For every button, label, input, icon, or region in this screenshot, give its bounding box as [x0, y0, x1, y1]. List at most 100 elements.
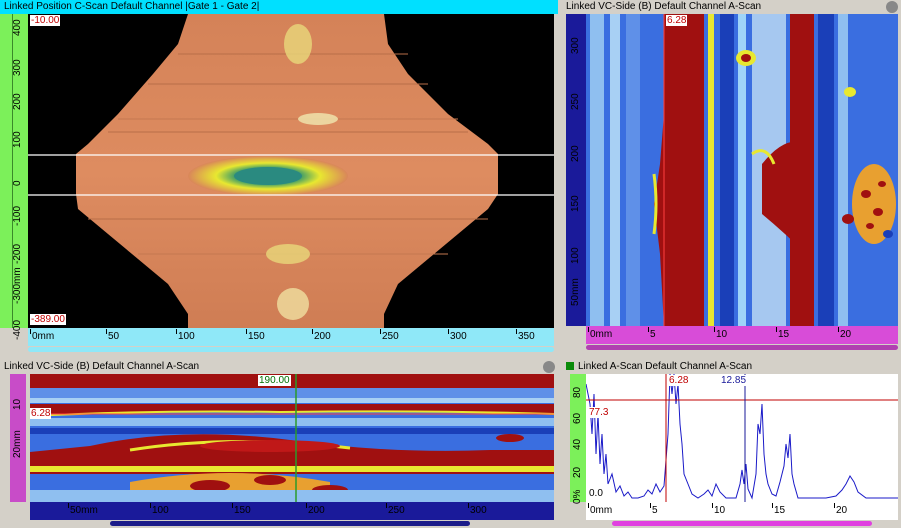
- cscan-bottom-value: -389.00: [30, 314, 66, 325]
- tick-label: 10: [716, 329, 728, 340]
- tick-label: 400: [12, 19, 23, 36]
- tick-label: 20: [840, 329, 852, 340]
- vc-side-bottom-image: [30, 374, 554, 502]
- ascan-gate2-value: 12.85: [720, 375, 748, 386]
- tick-label: 0: [12, 180, 23, 186]
- vc-side-right-cursor-value: 6.28: [666, 15, 688, 26]
- tick-mark: [838, 327, 839, 332]
- vc-side-bottom-plot[interactable]: 190.00 6.28: [30, 374, 554, 502]
- tick-mark: [834, 503, 835, 508]
- tick-label: 200: [570, 145, 581, 162]
- tick-label: 150: [248, 331, 265, 342]
- tick-mark: [246, 329, 247, 334]
- vc-side-right-panel[interactable]: Linked VC-Side (B) Default Channel A-Sca…: [562, 0, 901, 356]
- cscan-image: [28, 14, 554, 328]
- tick-label: 80: [572, 386, 583, 398]
- ascan-plot[interactable]: 6.28 12.85 77.3 0.0: [586, 374, 898, 502]
- cscan-scrollbar[interactable]: [28, 347, 554, 352]
- tick-label: 300: [470, 505, 487, 516]
- tick-label: 100: [12, 131, 23, 148]
- tick-label: 5: [650, 329, 656, 340]
- tick-mark: [648, 327, 649, 332]
- vc-side-right-plot[interactable]: 6.28: [586, 14, 898, 326]
- tick-mark: [176, 329, 177, 334]
- tick-mark: [772, 503, 773, 508]
- vc-side-bottom-gate-value: 6.28: [30, 408, 52, 419]
- tick-label: 150: [234, 505, 251, 516]
- ascan-gate1-value: 6.28: [668, 375, 690, 386]
- vc-side-right-image: [586, 14, 898, 326]
- tick-mark: [312, 329, 313, 334]
- ascan-zero-value: 0.0: [588, 488, 604, 499]
- cscan-plot[interactable]: -10.00 -389.00: [28, 14, 554, 328]
- tick-label: 150: [570, 195, 581, 212]
- tick-mark: [588, 327, 589, 332]
- ascan-title-text: Linked A-Scan Default Channel A-Scan: [578, 361, 752, 372]
- cscan-top-value: -10.00: [30, 15, 61, 26]
- tick-mark: [306, 503, 307, 508]
- tick-mark: [232, 503, 233, 508]
- tick-mark: [468, 503, 469, 508]
- tick-mark: [712, 503, 713, 508]
- tick-label: 200: [12, 93, 23, 110]
- tick-mark: [386, 503, 387, 508]
- tick-label: 5: [652, 505, 658, 516]
- tick-label: 60: [572, 412, 583, 424]
- tick-label: 40: [572, 438, 583, 450]
- close-icon[interactable]: [543, 361, 555, 373]
- tick-mark: [776, 327, 777, 332]
- tick-mark: [448, 329, 449, 334]
- vc-side-bottom-cursor-value: 190.00: [258, 375, 291, 386]
- tick-mark: [516, 329, 517, 334]
- close-icon[interactable]: [886, 1, 898, 13]
- tick-label: 250: [570, 93, 581, 110]
- tick-label: 50mm: [570, 278, 581, 306]
- tick-mark: [30, 329, 31, 334]
- tick-label: 10: [12, 398, 23, 410]
- tick-label: 20mm: [12, 430, 23, 458]
- tick-label: 300: [450, 331, 467, 342]
- tick-label: 250: [388, 505, 405, 516]
- vc-side-bottom-scrollbar[interactable]: [110, 521, 470, 526]
- tick-label: -200: [12, 243, 23, 264]
- cscan-vertical-ruler[interactable]: [0, 14, 12, 328]
- tick-label: -300mm: [12, 267, 23, 304]
- tick-label: 15: [774, 505, 786, 516]
- tick-label: 300: [12, 59, 23, 76]
- tick-label: 250: [382, 331, 399, 342]
- tick-mark: [68, 503, 69, 508]
- vc-side-right-title: Linked VC-Side (B) Default Channel A-Sca…: [562, 0, 901, 14]
- ascan-horizontal-ruler[interactable]: [586, 502, 898, 520]
- tick-mark: [588, 503, 589, 508]
- cscan-title: Linked Position C-Scan Default Channel |…: [0, 0, 558, 14]
- tick-label: 50: [108, 331, 120, 342]
- tick-label: 200: [314, 331, 331, 342]
- tick-label: 0mm: [590, 505, 613, 516]
- tick-label: 50mm: [70, 505, 98, 516]
- tick-label: 0%: [572, 489, 583, 504]
- tick-mark: [380, 329, 381, 334]
- tick-label: 10: [714, 505, 726, 516]
- tick-mark: [650, 503, 651, 508]
- tick-label: 100: [178, 331, 195, 342]
- vc-side-right-horizontal-ruler[interactable]: [586, 326, 898, 344]
- tick-mark: [106, 329, 107, 334]
- tick-label: -400: [12, 319, 23, 340]
- ascan-scrollbar[interactable]: [612, 521, 872, 526]
- tick-label: 350: [518, 331, 535, 342]
- tick-label: 100: [570, 247, 581, 264]
- square-icon: [566, 362, 574, 370]
- vc-side-bottom-panel[interactable]: Linked VC-Side (B) Default Channel A-Sca…: [0, 360, 558, 528]
- tick-label: 20: [836, 505, 848, 516]
- vc-side-bottom-title: Linked VC-Side (B) Default Channel A-Sca…: [0, 360, 558, 374]
- ascan-amplitude-value: 77.3: [588, 407, 610, 418]
- cscan-panel[interactable]: Linked Position C-Scan Default Channel |…: [0, 0, 558, 356]
- ascan-panel[interactable]: Linked A-Scan Default Channel A-Scan 6.2…: [562, 360, 901, 528]
- ascan-signal: [586, 374, 898, 502]
- tick-label: 300: [570, 37, 581, 54]
- tick-label: -100: [12, 205, 23, 226]
- vc-side-right-scrollbar[interactable]: [586, 345, 898, 350]
- tick-label: 0mm: [32, 331, 55, 342]
- tick-label: 200: [308, 505, 325, 516]
- tick-label: 100: [152, 505, 169, 516]
